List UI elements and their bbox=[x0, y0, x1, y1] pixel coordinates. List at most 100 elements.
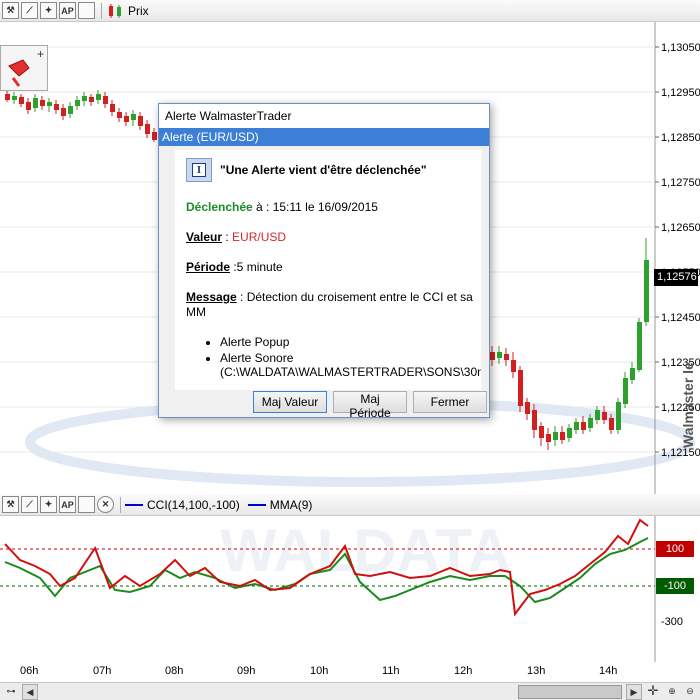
indicator-toolbar-separator bbox=[120, 496, 121, 513]
candle-body bbox=[47, 102, 52, 106]
y-tick-label: 1,12850 bbox=[661, 132, 700, 144]
close-indicator-icon[interactable]: ✕ bbox=[97, 496, 114, 513]
series-label[interactable]: Prix bbox=[128, 4, 149, 18]
candle-body bbox=[33, 98, 38, 108]
zoom-out-icon[interactable]: ⊖ bbox=[682, 684, 698, 700]
level-minus-100-tag: -100 bbox=[656, 578, 694, 594]
candle-body bbox=[504, 354, 509, 360]
candle-body bbox=[61, 108, 66, 116]
value-separator: : bbox=[222, 230, 233, 244]
time-axis: 06h 07h 08h 09h 10h 11h 12h 13h 14h bbox=[0, 662, 700, 682]
candle-body bbox=[19, 97, 24, 104]
mma-legend-swatch bbox=[247, 503, 266, 506]
maj-periode-button[interactable]: Maj Période bbox=[333, 391, 407, 420]
move-crosshair-icon[interactable]: ✛ bbox=[645, 684, 661, 700]
scroll-left-button[interactable]: ◀ bbox=[22, 684, 38, 700]
alert-headline: I "Une Alerte vient d'être déclenchée" bbox=[186, 158, 427, 182]
candle-body bbox=[497, 352, 502, 358]
indicator-chart[interactable]: WALDATA 100 -100 -300 bbox=[0, 516, 700, 662]
blank-square-icon[interactable] bbox=[78, 2, 95, 19]
alert-dialog: Alerte WalmasterTrader Alerte (EUR/USD) … bbox=[158, 103, 493, 420]
y-tick-label: 1,12750 bbox=[661, 177, 700, 189]
indicator-tools-icon[interactable]: ⚒ bbox=[2, 496, 19, 513]
candle-body bbox=[637, 322, 642, 370]
y-tick-label: 1,12650 bbox=[661, 222, 700, 234]
horizontal-scrollbar[interactable]: ⊶ ◀ ▶ ✛ ⊕ ⊖ bbox=[0, 682, 700, 700]
candle-body bbox=[595, 410, 600, 420]
indicator-axis-label: -300 bbox=[661, 616, 684, 628]
indicator-chart-svg: WALDATA bbox=[0, 516, 656, 662]
scroll-thumb[interactable] bbox=[518, 685, 622, 699]
fermer-button[interactable]: Fermer bbox=[413, 391, 487, 413]
indicator-blank-square-icon[interactable] bbox=[78, 496, 95, 513]
maj-valeur-button[interactable]: Maj Valeur bbox=[253, 391, 327, 413]
indicator-line-draw-icon[interactable]: ⟋ bbox=[21, 496, 38, 513]
message-label: Message bbox=[186, 290, 237, 304]
alert-widget[interactable]: + bbox=[0, 45, 48, 91]
candle-body bbox=[75, 100, 80, 106]
wand-icon[interactable]: ✦ bbox=[40, 2, 57, 19]
candle-body bbox=[616, 402, 621, 430]
alert-methods-list: Alerte Popup Alerte Sonore(C:\WALDATA\WA… bbox=[204, 335, 481, 381]
candle-body bbox=[623, 378, 628, 404]
list-item: Alerte Popup bbox=[220, 335, 481, 349]
candle-body bbox=[138, 116, 143, 126]
time-label: 10h bbox=[310, 665, 329, 677]
candle-icon bbox=[109, 3, 121, 18]
list-item: Alerte Sonore(C:\WALDATA\WALMASTERTRADER… bbox=[220, 351, 481, 379]
triggered-value: à : 15:11 le 16/09/2015 bbox=[252, 200, 378, 214]
indicator-ap-icon[interactable]: AP bbox=[59, 496, 76, 513]
time-label: 13h bbox=[527, 665, 546, 677]
candle-body bbox=[630, 368, 635, 380]
message-row: Message : Détection du croisement entre … bbox=[186, 290, 476, 320]
time-label: 14h bbox=[599, 665, 618, 677]
candle-body bbox=[145, 124, 150, 134]
ap-label: AP bbox=[61, 5, 74, 16]
level-100-tag: 100 bbox=[656, 541, 694, 557]
candle-body bbox=[532, 410, 537, 430]
candle-body bbox=[89, 97, 94, 102]
method-sound: Alerte Sonore bbox=[220, 351, 294, 365]
value-value: EUR/USD bbox=[232, 230, 287, 244]
alert-bell-icon: + bbox=[8, 47, 44, 87]
time-label: 06h bbox=[20, 665, 39, 677]
y-tick-label: 1,13050 bbox=[661, 42, 700, 54]
candle-body bbox=[12, 96, 17, 100]
line-draw-icon[interactable]: ⟋ bbox=[21, 2, 38, 19]
time-label: 12h bbox=[454, 665, 473, 677]
candle-body bbox=[68, 106, 73, 114]
candle-body bbox=[546, 434, 551, 442]
alert-headline-text: "Une Alerte vient d'être déclenchée" bbox=[220, 163, 427, 177]
scroll-right-button[interactable]: ▶ bbox=[626, 684, 642, 700]
period-value: :5 minute bbox=[230, 260, 283, 274]
tools-icon[interactable]: ⚒ bbox=[2, 2, 19, 19]
indicator-wand-icon[interactable]: ✦ bbox=[40, 496, 57, 513]
svg-text:+: + bbox=[37, 47, 44, 61]
info-icon: I bbox=[186, 158, 212, 182]
dialog-title[interactable]: Alerte WalmasterTrader bbox=[159, 104, 489, 128]
candle-body bbox=[110, 104, 115, 112]
time-label: 08h bbox=[165, 665, 184, 677]
candle-body bbox=[518, 370, 523, 406]
candle-body bbox=[5, 94, 10, 100]
candle-body bbox=[490, 352, 495, 360]
indicator-ap-label: AP bbox=[61, 499, 74, 510]
candle-body bbox=[525, 402, 530, 414]
cci-legend-label[interactable]: CCI(14,100,-100) bbox=[147, 498, 240, 512]
toolbar-separator bbox=[101, 2, 102, 19]
candle-body bbox=[609, 418, 614, 430]
candle-body bbox=[124, 116, 129, 122]
candle-body bbox=[560, 432, 565, 440]
zoom-in-icon[interactable]: ⊕ bbox=[664, 684, 680, 700]
dialog-buttons: Maj Valeur Maj Période Fermer bbox=[253, 391, 493, 420]
method-sound-path: (C:\WALDATA\WALMASTERTRADER\SONS\30m bbox=[220, 365, 481, 379]
ap-icon[interactable]: AP bbox=[59, 2, 76, 19]
mma-legend-label[interactable]: MMA(9) bbox=[270, 498, 313, 512]
candle-body bbox=[131, 114, 136, 120]
link-icon[interactable]: ⊶ bbox=[3, 684, 19, 700]
period-row: Période :5 minute bbox=[186, 260, 283, 274]
candle-body bbox=[574, 422, 579, 430]
method-popup: Alerte Popup bbox=[220, 335, 290, 349]
time-label: 09h bbox=[237, 665, 256, 677]
candle-body bbox=[588, 418, 593, 428]
